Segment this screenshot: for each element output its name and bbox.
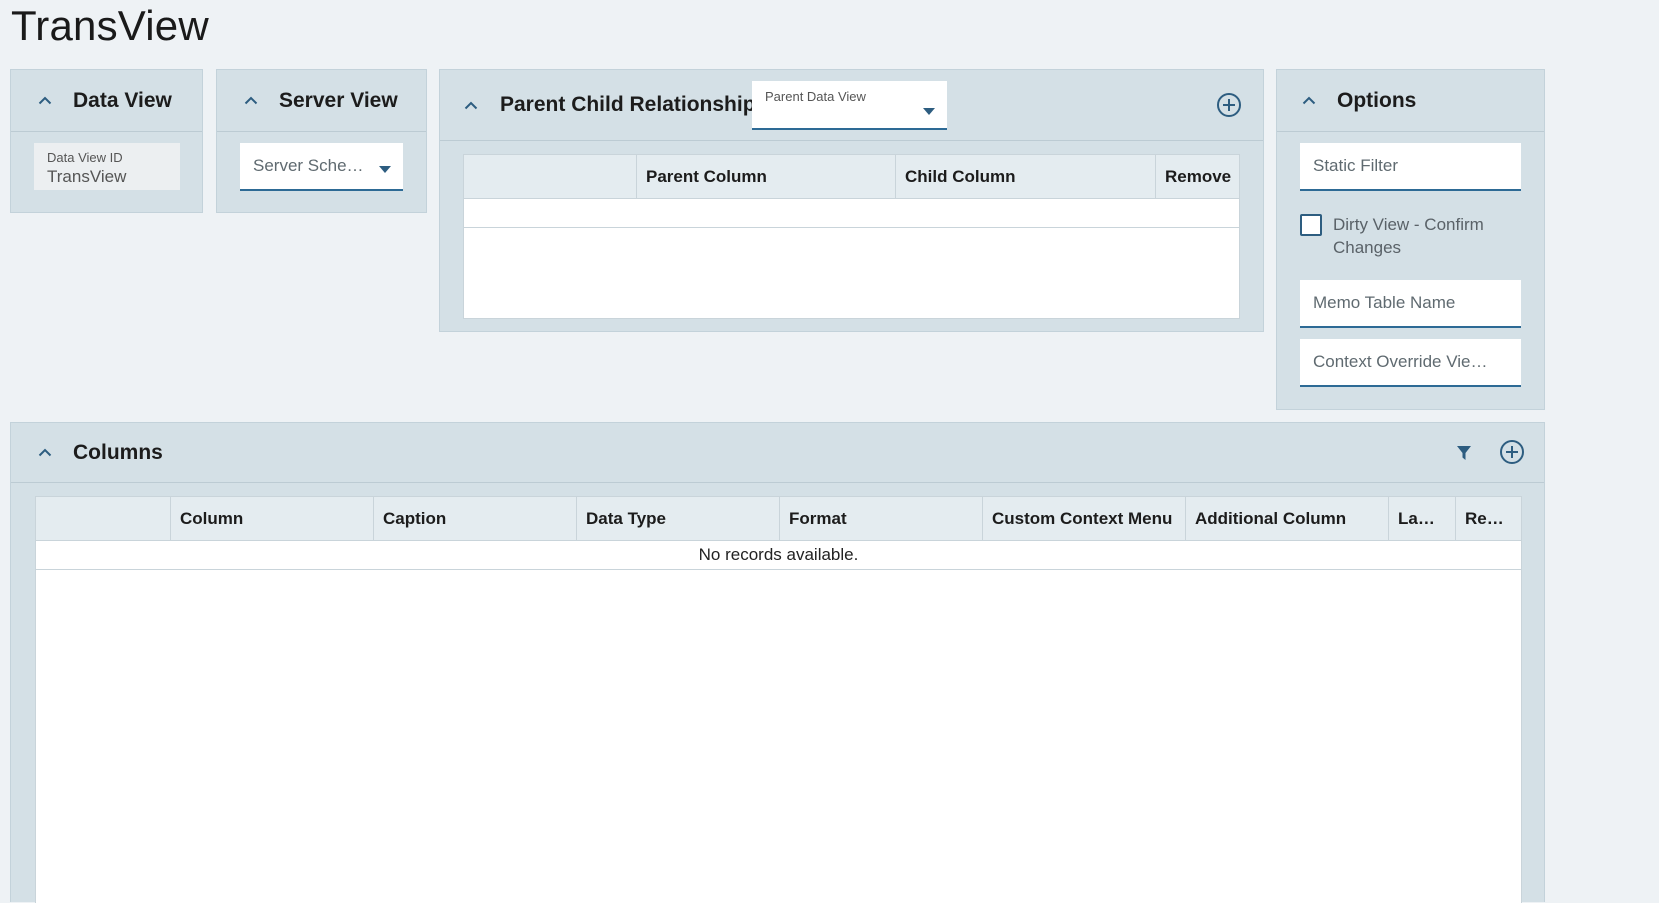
grid-header-column[interactable]: Column: [170, 497, 373, 540]
data-view-id-value: TransView: [47, 167, 127, 186]
context-override-placeholder: Context Override Vie…: [1313, 352, 1488, 371]
parent-data-view-label: Parent Data View: [765, 89, 866, 104]
data-view-title: Data View: [73, 88, 172, 112]
columns-panel: Columns Column Caption Data Type Format …: [10, 422, 1545, 903]
columns-panel-header[interactable]: Columns: [11, 423, 1544, 483]
grid-header-parent-column[interactable]: Parent Column: [636, 155, 895, 198]
data-view-panel-header[interactable]: Data View: [11, 70, 202, 132]
parent-child-title: Parent Child Relationships: [500, 93, 768, 116]
columns-grid: Column Caption Data Type Format Custom C…: [35, 496, 1522, 903]
data-view-id-label: Data View ID: [47, 150, 123, 165]
plus-circle-icon: [1217, 93, 1241, 117]
server-view-panel: Server View Server Sche…: [216, 69, 427, 213]
columns-title: Columns: [73, 440, 163, 464]
filter-icon: [1457, 446, 1471, 460]
grid-header-child-column[interactable]: Child Column: [895, 155, 1155, 198]
data-view-id-field: Data View ID TransView: [34, 143, 180, 190]
server-view-title: Server View: [279, 88, 398, 112]
grid-header-custom-context-menu[interactable]: Custom Context Menu: [982, 497, 1185, 540]
server-view-panel-header[interactable]: Server View: [217, 70, 426, 132]
data-view-panel: Data View Data View ID TransView: [10, 69, 203, 213]
parent-child-grid-header: Parent Column Child Column Remove: [464, 155, 1239, 199]
static-filter-placeholder: Static Filter: [1313, 156, 1399, 175]
options-panel-header[interactable]: Options: [1277, 70, 1544, 132]
caret-down-icon[interactable]: [379, 166, 391, 173]
chevron-up-icon[interactable]: [37, 93, 53, 109]
chevron-up-icon[interactable]: [37, 445, 53, 461]
dirty-view-label: Dirty View - Confirm Changes: [1333, 213, 1484, 259]
server-schema-placeholder: Server Sche…: [253, 156, 364, 175]
grid-header-la[interactable]: La…: [1388, 497, 1455, 540]
grid-header-re[interactable]: Re…: [1455, 497, 1521, 540]
grid-header-caption[interactable]: Caption: [373, 497, 576, 540]
filter-button[interactable]: [1450, 439, 1478, 467]
parent-child-grid: Parent Column Child Column Remove: [463, 154, 1240, 319]
grid-header-format[interactable]: Format: [779, 497, 982, 540]
grid-header-data-type[interactable]: Data Type: [576, 497, 779, 540]
columns-grid-header: Column Caption Data Type Format Custom C…: [36, 497, 1521, 541]
grid-header-cell[interactable]: [36, 497, 170, 540]
parent-child-panel: Parent Child Relationships Parent Data V…: [439, 69, 1264, 332]
server-schema-dropdown[interactable]: Server Sche…: [240, 143, 403, 191]
context-override-view-input[interactable]: Context Override Vie…: [1300, 339, 1521, 387]
memo-table-placeholder: Memo Table Name: [1313, 293, 1456, 312]
dirty-view-checkbox[interactable]: [1300, 214, 1322, 236]
page-title: TransView: [11, 2, 209, 49]
chevron-up-icon[interactable]: [463, 97, 479, 113]
plus-circle-icon: [1500, 440, 1524, 464]
caret-down-icon[interactable]: [923, 108, 935, 115]
grid-header-cell[interactable]: [464, 155, 636, 198]
no-records-row: No records available.: [36, 541, 1521, 570]
no-records-message: No records available.: [698, 545, 859, 564]
static-filter-input[interactable]: Static Filter: [1300, 143, 1521, 191]
chevron-up-icon[interactable]: [1301, 93, 1317, 109]
grid-header-additional-column[interactable]: Additional Column: [1185, 497, 1388, 540]
dirty-view-label-line1: Dirty View - Confirm: [1333, 215, 1484, 234]
table-row: [464, 199, 1239, 228]
memo-table-name-input[interactable]: Memo Table Name: [1300, 280, 1521, 328]
dirty-view-label-line2: Changes: [1333, 238, 1402, 257]
options-title: Options: [1337, 88, 1417, 112]
grid-header-remove[interactable]: Remove: [1155, 155, 1239, 198]
parent-child-panel-header[interactable]: Parent Child Relationships Parent Data V…: [440, 70, 1263, 141]
add-relationship-button[interactable]: [1215, 91, 1243, 119]
add-column-button[interactable]: [1498, 438, 1526, 466]
parent-data-view-dropdown[interactable]: Parent Data View: [752, 81, 947, 130]
options-panel: Options Static Filter Dirty View - Confi…: [1276, 69, 1545, 410]
chevron-up-icon[interactable]: [243, 93, 259, 109]
